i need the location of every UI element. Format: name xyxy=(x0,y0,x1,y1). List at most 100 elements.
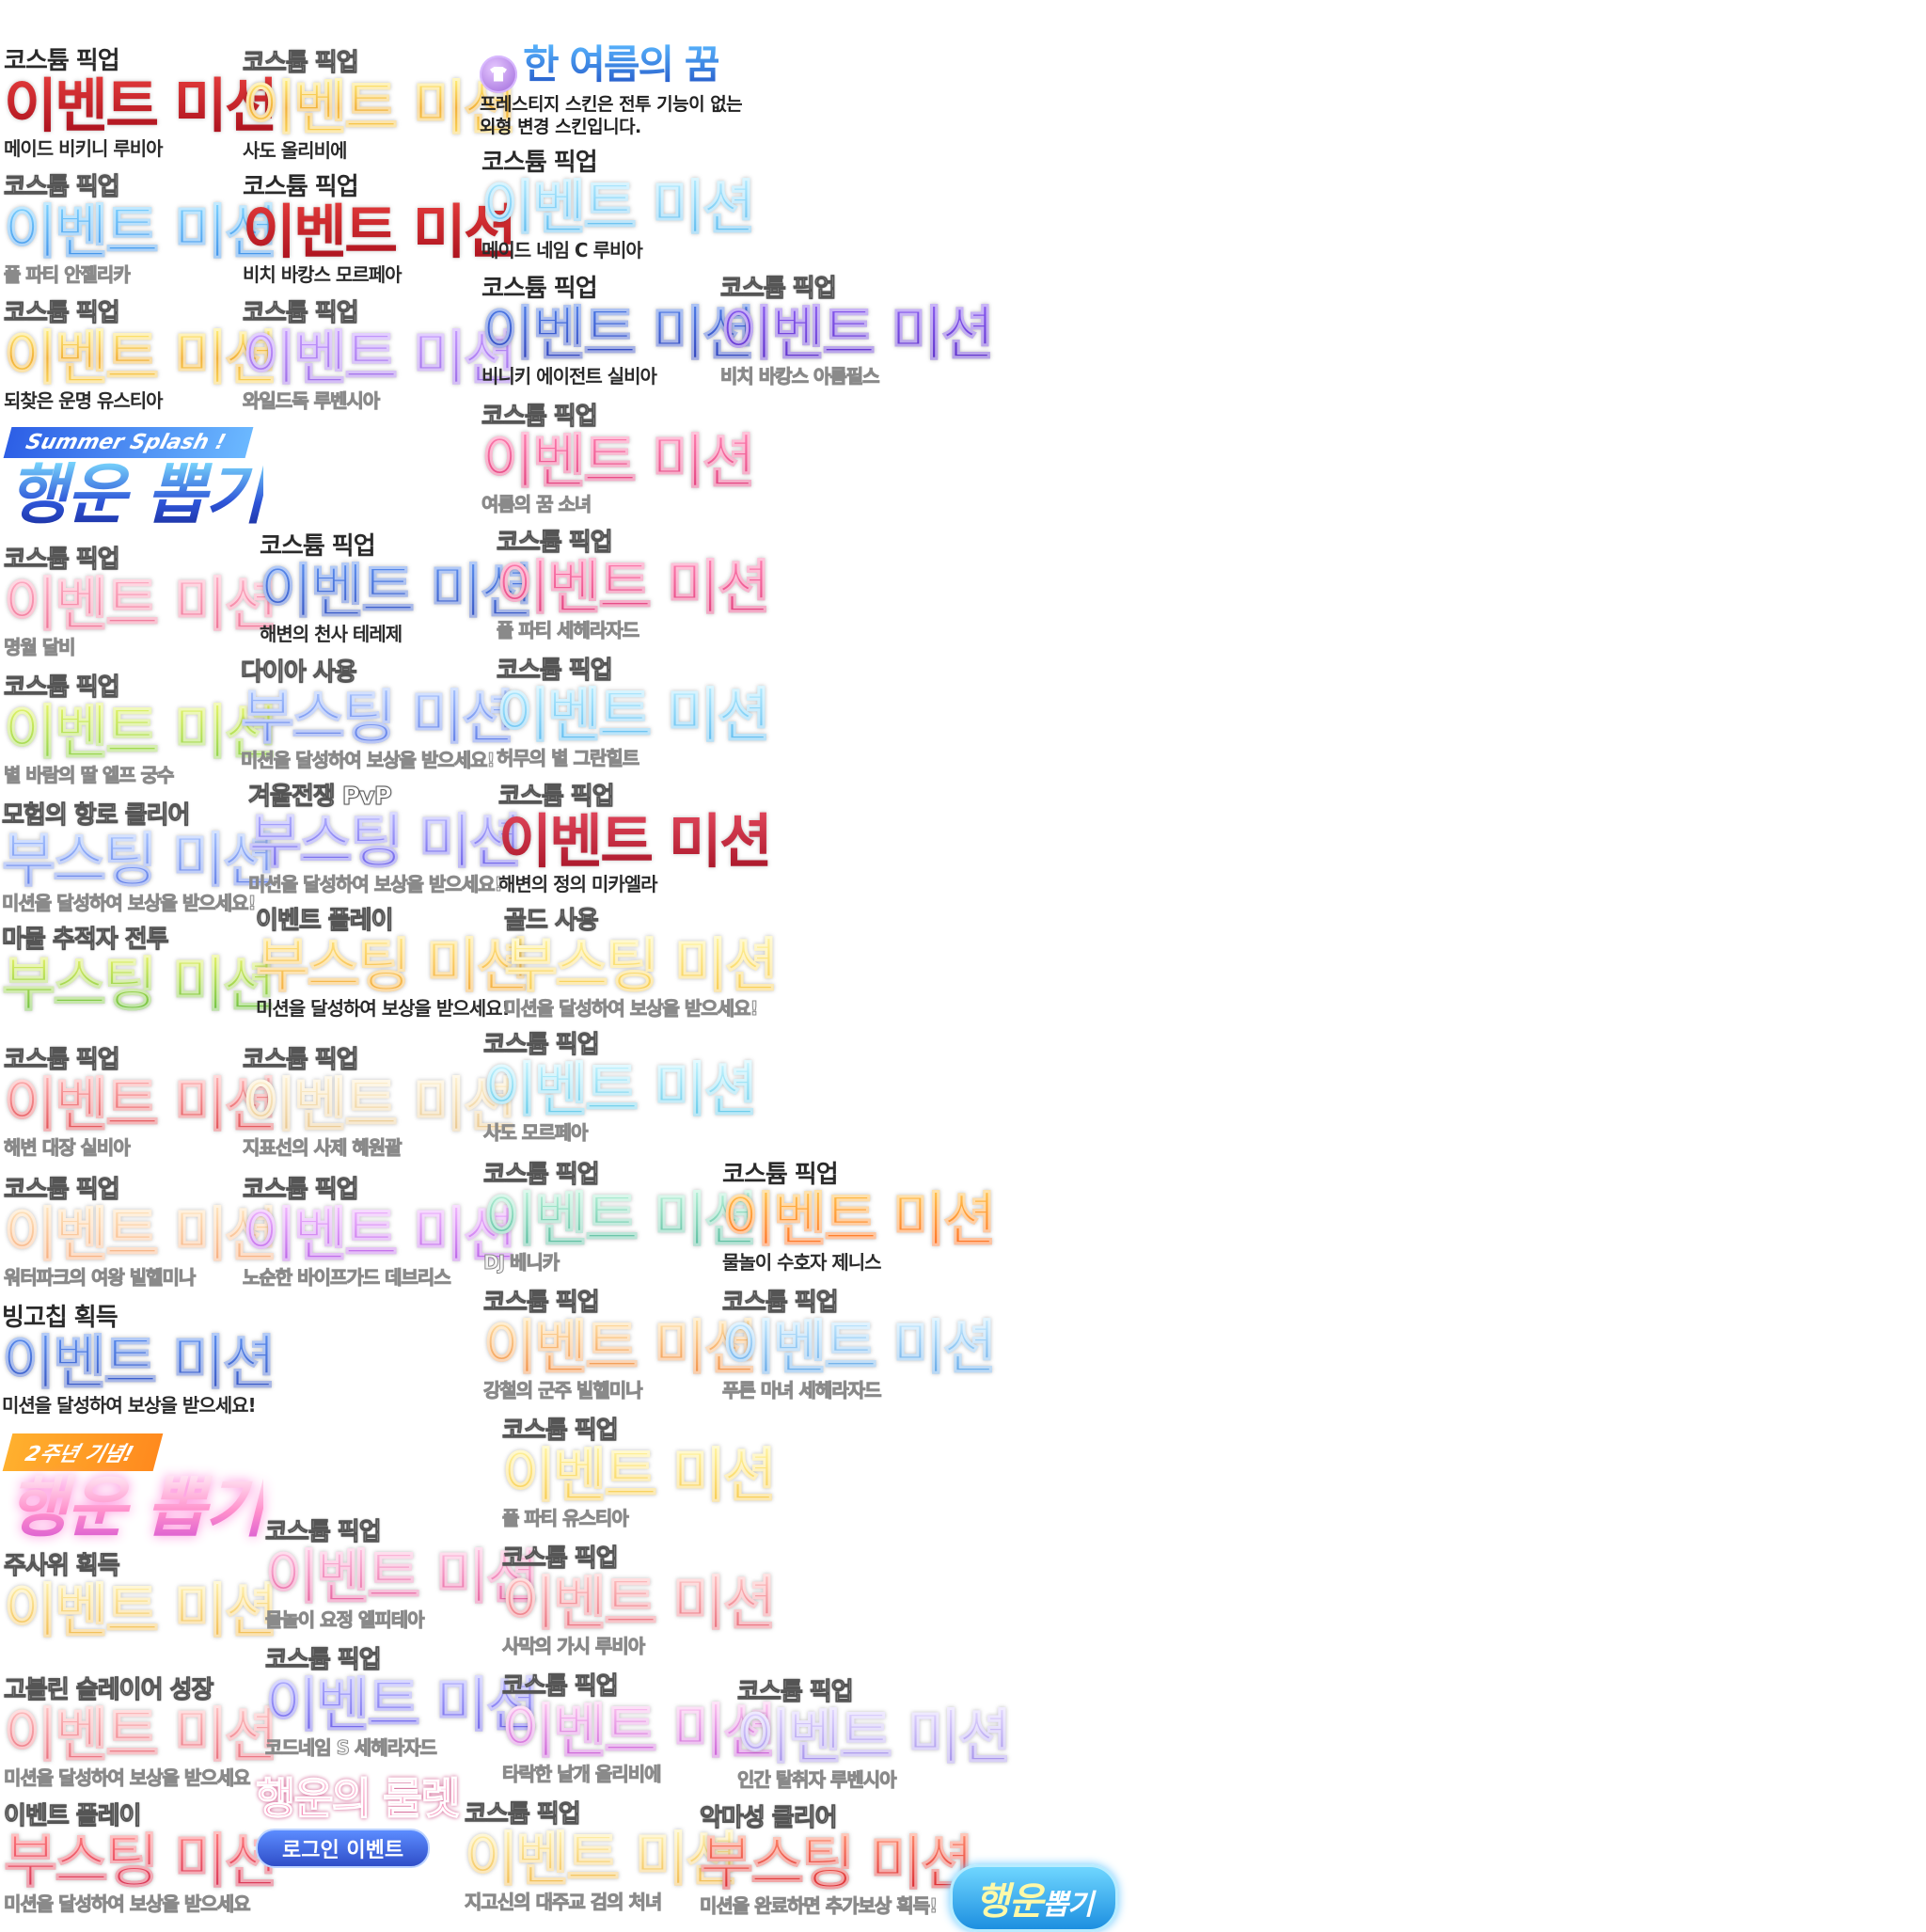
costume-name: 사도 올리비에 xyxy=(243,139,347,162)
event-mission-wilddog-rubensia: 코스튬 픽업 이벤트 미션 와일드독 루벤시아 xyxy=(243,299,518,413)
event-mission-title: 이벤트 미션 xyxy=(482,427,757,496)
costume-name: 풀 파티 세헤라자드 xyxy=(497,619,640,642)
event-mission-title: 이벤트 미션 xyxy=(4,1576,279,1645)
event-mission-codename-s-scheherazade: 코스튬 픽업 이벤트 미션 코드네임 S 세헤라자드 xyxy=(265,1646,541,1760)
costume-name: 비치 바캉스 아름필스 xyxy=(720,365,881,388)
event-mission-title: 이벤트 미션 xyxy=(243,324,518,392)
costume-name: 노순한 바이프가드 데브리스 xyxy=(243,1266,452,1290)
lucky-draw-title: 행운 뽑기 xyxy=(8,1469,265,1546)
costume-name: 풀 파티 안젤리카 xyxy=(4,263,132,287)
prestige-title: 한 여름의 꿈 xyxy=(523,41,720,87)
event-mission-title: 이벤트 미션 xyxy=(483,1185,759,1254)
costume-name: 명월 달비 xyxy=(4,636,77,659)
lucky-draw-pill[interactable]: 행운뽑기 xyxy=(950,1864,1118,1932)
mission-description: 미션을 달성하여 보상을 받으세요! xyxy=(241,749,497,772)
event-mission-title: 이벤트 미션 xyxy=(243,1070,518,1139)
costume-name: 비니키 에이전트 실비아 xyxy=(482,365,657,388)
event-mission-title: 이벤트 미션 xyxy=(4,1701,279,1769)
boost-mission-adventure-route: 모험의 항로 클리어 부스팅 미션 미션을 달성하여 보상을 받으세요! xyxy=(2,801,277,915)
boost-mission-demon-castle: 악마성 클리어 부스팅 미션 미션을 완료하면 추가보상 획득! xyxy=(700,1804,975,1918)
boost-mission-title: 부스팅 미션 xyxy=(256,931,531,1000)
costume-name: 해변의 천사 테레제 xyxy=(260,623,403,645)
event-mission-title: 이벤트 미션 xyxy=(720,299,996,368)
event-mission-waterpark-queen-wilhelmina: 코스튬 픽업 이벤트 미션 워터파크의 여왕 빌헬미나 xyxy=(4,1176,279,1290)
event-mission-maid-name-c-rubia: 코스튬 픽업 이벤트 미션 메이드 네임 C 루비아 xyxy=(482,149,757,261)
event-mission-title: 이벤트 미션 xyxy=(4,71,278,140)
mission-description: 미션을 달성하여 보상을 받으세요! xyxy=(2,892,258,915)
event-mission-title: 이벤트 미션 xyxy=(265,1671,541,1739)
costume-name: 물놀이 요정 엘피테아 xyxy=(265,1608,426,1632)
event-mission-title: 이벤트 미션 xyxy=(2,1328,277,1397)
costume-name: 되찾은 운명 유스티아 xyxy=(4,389,164,412)
event-mission-pool-party-angelica: 코스튬 픽업 이벤트 미션 풀 파티 안젤리카 xyxy=(4,173,279,287)
event-mission-pool-party-justia: 코스튬 픽업 이벤트 미션 풀 파티 유스티아 xyxy=(502,1417,778,1530)
costume-name: 물놀이 수호자 제니스 xyxy=(722,1251,882,1274)
mission-description: 미션을 달성하여 보상을 받으세요 xyxy=(4,1892,251,1916)
event-mission-title: 이벤트 미션 xyxy=(483,1313,759,1382)
event-mission-lifeguard-debris: 코스튬 픽업 이벤트 미션 노순한 바이프가드 데브리스 xyxy=(243,1176,518,1290)
event-mission-star-wind-elf-archer: 코스튬 픽업 이벤트 미션 별 바람의 딸 엘프 궁수 xyxy=(4,673,279,787)
costume-name: 타락한 날개 올리비에 xyxy=(502,1763,663,1786)
event-mission-moon-dalbi: 코스튬 픽업 이벤트 미션 명월 달비 xyxy=(4,546,279,659)
costume-name: 코드네임 S 세헤라자드 xyxy=(265,1736,438,1760)
boost-mission-winter-war-pvp: 겨울전쟁 PvP 부스팅 미션 미션을 달성하여 보상을 받으세요! xyxy=(248,783,524,896)
lucky-roulette-banner: 행운의 룰렛 로그인 이벤트 xyxy=(256,1773,462,1868)
costume-name: 풀 파티 유스티아 xyxy=(502,1507,630,1530)
boost-mission-title: 부스팅 미션 xyxy=(241,683,516,752)
event-mission-title: 이벤트 미션 xyxy=(243,198,517,266)
event-mission-goblin-slayer: 고블린 슬레이어 성장 이벤트 미션 미션을 달성하여 보상을 받으세요 xyxy=(4,1676,279,1790)
summer-splash-tag: Summer Splash ! xyxy=(3,427,254,458)
costume-name: 여름의 꿈 소녀 xyxy=(482,493,592,516)
event-mission-title: 이벤트 미션 xyxy=(497,553,772,622)
event-mission-title: 이벤트 미션 xyxy=(260,557,535,626)
event-mission-title: 이벤트 미션 xyxy=(502,1569,778,1638)
prestige-desc-line1: 프레스티지 스킨은 전투 기능이 없는 xyxy=(480,93,743,115)
prestige-desc-line2: 외형 변경 스킨입니다. xyxy=(480,116,641,137)
event-mission-title: 이벤트 미션 xyxy=(4,570,279,639)
mission-description: 미션을 달성하여 보상을 받으세요! xyxy=(248,873,504,896)
event-mission-blue-witch-scheherazade: 코스튬 픽업 이벤트 미션 푸른 마녀 세헤라자드 xyxy=(722,1289,998,1402)
event-mission-title: 이벤트 미션 xyxy=(465,1825,740,1893)
costume-name: 지고신의 대주교 검의 처녀 xyxy=(465,1891,663,1914)
boost-mission-diamond-use: 다이아 사용 부스팅 미션 미션을 달성하여 보상을 받으세요! xyxy=(241,658,516,772)
boost-mission-event-play-gold: 이벤트 플레이 부스팅 미션 미션을 달성하여 보상을 받으세요! xyxy=(256,907,531,1021)
login-event-button[interactable]: 로그인 이벤트 xyxy=(256,1829,431,1868)
lucky-draw-button[interactable]: 행운뽑기 xyxy=(950,1864,1118,1932)
boost-mission-gold-use: 골드 사용 부스팅 미션 미션을 달성하여 보상을 받으세요! xyxy=(504,907,780,1021)
event-mission-title: 이벤트 미션 xyxy=(498,807,773,876)
roulette-title: 행운의 룰렛 xyxy=(256,1773,462,1824)
event-mission-title: 이벤트 미션 xyxy=(497,681,772,750)
anniversary-gacha-banner: 2주년 기념! 행운 뽑기 xyxy=(2,1433,265,1546)
event-mission-dice: 주사위 획득 이벤트 미션 xyxy=(4,1552,279,1645)
boost-mission-title: 부스팅 미션 xyxy=(2,826,277,895)
event-mission-horizon-priest: 코스튬 픽업 이벤트 미션 지표선의 사제 혜원괄 xyxy=(243,1046,518,1160)
summer-splash-gacha-banner: Summer Splash ! 행운 뽑기 xyxy=(3,427,265,533)
event-mission-bingo-chip: 빙고칩 획득 이벤트 미션 미션을 달성하여 보상을 받으세요! xyxy=(2,1304,277,1417)
boost-mission-title: 부스팅 미션 xyxy=(504,931,780,1000)
lucky-word: 행운 xyxy=(975,1880,1044,1924)
event-mission-title: 이벤트 미션 xyxy=(502,1697,778,1766)
event-mission-title: 이벤트 미션 xyxy=(4,198,279,266)
event-mission-human-usurper-rubensia: 코스튬 픽업 이벤트 미션 인간 탈취자 루벤시아 xyxy=(737,1678,1013,1792)
anniversary-tag: 2주년 기념! xyxy=(2,1433,164,1471)
event-mission-dj-benika: 코스튬 픽업 이벤트 미션 DJ 베니카 xyxy=(483,1161,759,1275)
costume-name: 해변 대장 실비아 xyxy=(4,1136,132,1160)
event-mission-desert-thorn-rubia: 코스튬 픽업 이벤트 미션 사막의 가시 루비아 xyxy=(502,1544,778,1658)
boost-mission-title: 부스팅 미션 xyxy=(248,807,524,876)
event-mission-bikini-agent-silvia: 코스튬 픽업 이벤트 미션 비니키 에이전트 실비아 xyxy=(482,275,757,388)
event-mission-beach-justice-michaela: 코스튬 픽업 이벤트 미션 해변의 정의 미카엘라 xyxy=(498,783,773,896)
costume-name: 별 바람의 딸 엘프 궁수 xyxy=(4,764,175,787)
costume-name: 사막의 가시 루비아 xyxy=(502,1635,646,1658)
costume-name: 워터파크의 여왕 빌헬미나 xyxy=(4,1266,197,1290)
costume-name: 푸른 마녀 세헤라자드 xyxy=(722,1379,883,1402)
boost-mission-title: 부스팅 미션 xyxy=(2,950,277,1019)
event-mission-title: 이벤트 미션 xyxy=(4,1070,279,1139)
event-mission-water-fairy-elpitea: 코스튬 픽업 이벤트 미션 물놀이 요정 엘피테아 xyxy=(265,1518,541,1632)
event-mission-title: 이벤트 미션 xyxy=(243,73,518,142)
boost-mission-title: 부스팅 미션 xyxy=(700,1829,975,1897)
event-mission-beach-angel-therese: 코스튬 픽업 이벤트 미션 해변의 천사 테레제 xyxy=(260,532,535,645)
mission-description: 미션을 달성하여 보상을 받으세요 xyxy=(4,1766,251,1790)
lucky-draw-title: 행운 뽑기 xyxy=(8,456,265,533)
boost-mission-monster-tracker: 마물 추적자 전투 부스팅 미션 xyxy=(2,926,277,1019)
event-mission-water-guardian-zenith: 코스튬 픽업 이벤트 미션 물놀이 수호자 제니스 xyxy=(722,1161,998,1274)
